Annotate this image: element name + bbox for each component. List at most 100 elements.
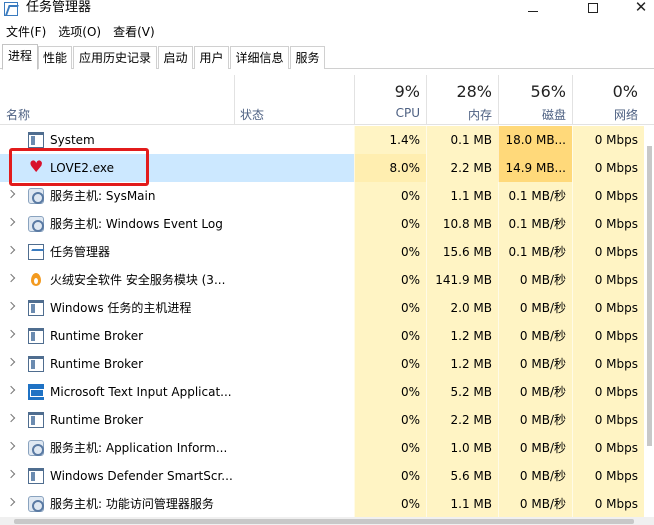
process-disk: 0.1 MB/秒 <box>498 210 572 238</box>
process-row[interactable]: Windows 任务的主机进程 0% 2.0 MB 0 MB/秒 0 Mbps <box>0 294 654 322</box>
process-name: Runtime Broker <box>50 357 144 371</box>
window-icon <box>28 468 44 484</box>
process-network: 0 Mbps <box>572 266 644 294</box>
process-disk: 0 MB/秒 <box>498 406 572 434</box>
process-row[interactable]: 任务管理器 0% 15.6 MB 0.1 MB/秒 0 Mbps <box>0 238 654 266</box>
tab-startup[interactable]: 启动 <box>158 46 193 69</box>
process-network: 0 Mbps <box>572 294 644 322</box>
process-name: 任务管理器 <box>50 245 111 259</box>
disk-total-percent: 56% <box>530 82 566 101</box>
tab-processes[interactable]: 进程 <box>2 44 38 70</box>
process-memory: 2.0 MB <box>426 294 498 322</box>
process-memory: 1.1 MB <box>426 182 498 210</box>
process-network: 0 Mbps <box>572 406 644 434</box>
minimize-button[interactable] <box>510 0 556 18</box>
process-disk: 0 MB/秒 <box>498 294 572 322</box>
process-disk: 0 MB/秒 <box>498 322 572 350</box>
process-name: 服务主机: 功能访问管理器服务 <box>50 497 214 511</box>
window-icon <box>28 356 44 372</box>
process-name: Windows 任务的主机进程 <box>50 301 192 315</box>
process-row[interactable]: 火绒安全软件 安全服务模块 (3... 0% 141.9 MB 0 MB/秒 0 Mbp… <box>0 266 654 294</box>
close-button[interactable]: ✕ <box>618 0 654 18</box>
window-icon <box>28 412 44 428</box>
process-cpu: 0% <box>354 266 426 294</box>
process-disk: 0.1 MB/秒 <box>498 182 572 210</box>
process-memory: 1.0 MB <box>426 434 498 462</box>
process-row[interactable]: Windows Defender SmartScr... 0% 5.6 MB 0 MB… <box>0 462 654 490</box>
process-cpu: 0% <box>354 350 426 378</box>
process-row[interactable]: 服务主机: SysMain 0% 1.1 MB 0.1 MB/秒 0 Mbps <box>0 182 654 210</box>
process-disk: 14.9 MB... <box>498 154 572 182</box>
keyboard-icon <box>28 384 44 400</box>
cpu-label: CPU <box>395 106 420 120</box>
horizontal-scroll-thumb[interactable] <box>14 519 634 524</box>
process-cpu: 0% <box>354 434 426 462</box>
close-icon: ✕ <box>634 0 648 16</box>
process-row[interactable]: 服务主机: Application Inform... 0% 1.0 MB 0 MB/… <box>0 434 654 462</box>
process-network: 0 Mbps <box>572 378 644 406</box>
vertical-scrollbar[interactable] <box>645 126 654 516</box>
column-status[interactable]: 状态 <box>240 106 264 123</box>
process-row[interactable]: Runtime Broker 0% 1.2 MB 0 MB/秒 0 Mbps <box>0 322 654 350</box>
process-name: 服务主机: SysMain <box>50 189 156 203</box>
process-name: Microsoft Text Input Applicat... <box>50 385 232 399</box>
process-network: 0 Mbps <box>572 210 644 238</box>
tab-performance[interactable]: 性能 <box>38 46 72 69</box>
column-memory[interactable]: 28% 内存 <box>426 75 498 125</box>
window-icon <box>28 328 44 344</box>
process-row[interactable]: LOVE2.exe 8.0%2.2 MB14.9 MB...0 Mbps <box>0 154 654 182</box>
menu-file[interactable]: 文件(F) <box>0 22 52 42</box>
process-cpu: 0% <box>354 294 426 322</box>
process-name: 火绒安全软件 安全服务模块 (3... <box>50 273 226 287</box>
process-disk: 18.0 MB... <box>498 126 572 154</box>
column-header: 名称 状态 9% CPU 28% 内存 56% 磁盘 0% 网络 <box>0 75 654 125</box>
process-row[interactable]: Microsoft Text Input Applicat... 0% 5.2 MB… <box>0 378 654 406</box>
process-row[interactable]: Runtime Broker 0% 1.2 MB 0 MB/秒 0 Mbps <box>0 350 654 378</box>
menu-view[interactable]: 查看(V) <box>107 22 161 42</box>
column-cpu[interactable]: 9% CPU <box>354 75 426 125</box>
process-cpu: 8.0% <box>354 154 426 182</box>
process-disk: 0 MB/秒 <box>498 434 572 462</box>
column-disk[interactable]: 56% 磁盘 <box>498 75 572 125</box>
column-name[interactable]: 名称 <box>6 106 30 123</box>
process-row[interactable]: 服务主机: 功能访问管理器服务 0% 1.1 MB 0 MB/秒 0 Mbps <box>0 490 654 518</box>
process-disk: 0 MB/秒 <box>498 266 572 294</box>
tab-services[interactable]: 服务 <box>290 46 325 69</box>
process-disk: 0.1 MB/秒 <box>498 238 572 266</box>
process-network: 0 Mbps <box>572 322 644 350</box>
process-network: 0 Mbps <box>572 434 644 462</box>
process-row[interactable]: Runtime Broker 0% 2.2 MB 0 MB/秒 0 Mbps <box>0 406 654 434</box>
tab-details[interactable]: 详细信息 <box>230 46 289 69</box>
column-network[interactable]: 0% 网络 <box>572 75 644 125</box>
gear-icon <box>28 188 44 204</box>
window-title: 任务管理器 <box>26 0 92 15</box>
process-network: 0 Mbps <box>572 126 644 154</box>
horizontal-scrollbar[interactable] <box>0 517 654 525</box>
process-memory: 1.2 MB <box>426 350 498 378</box>
process-memory: 2.2 MB <box>426 154 498 182</box>
maximize-button[interactable] <box>570 0 616 18</box>
memory-total-percent: 28% <box>456 82 492 101</box>
process-cpu: 0% <box>354 406 426 434</box>
vertical-scroll-thumb[interactable] <box>647 146 652 446</box>
process-network: 0 Mbps <box>572 154 644 182</box>
gear-icon <box>28 496 44 512</box>
process-cpu: 0% <box>354 462 426 490</box>
column-divider[interactable] <box>234 75 235 125</box>
process-list: System1.4%0.1 MB18.0 MB...0 MbpsLOVE2.ex… <box>0 126 654 518</box>
process-disk: 0 MB/秒 <box>498 350 572 378</box>
process-name: Runtime Broker <box>50 413 144 427</box>
menu-options[interactable]: 选项(O) <box>52 22 107 42</box>
tab-app-history[interactable]: 应用历史记录 <box>73 46 157 69</box>
window-icon <box>28 300 44 316</box>
network-label: 网络 <box>613 108 638 122</box>
process-row[interactable]: System 1.4% 0.1 MB 18.0 MB... 0 Mbps <box>0 126 654 154</box>
process-network: 0 Mbps <box>572 490 644 518</box>
tab-users[interactable]: 用户 <box>194 46 229 69</box>
process-memory: 10.8 MB <box>426 210 498 238</box>
process-name: Windows Defender SmartScr... <box>50 469 233 483</box>
process-cpu: 0% <box>354 238 426 266</box>
process-cpu: 0% <box>354 490 426 518</box>
process-row[interactable]: 服务主机: Windows Event Log 0% 10.8 MB 0.1 MB/秒… <box>0 210 654 238</box>
process-name: Runtime Broker <box>50 329 144 343</box>
